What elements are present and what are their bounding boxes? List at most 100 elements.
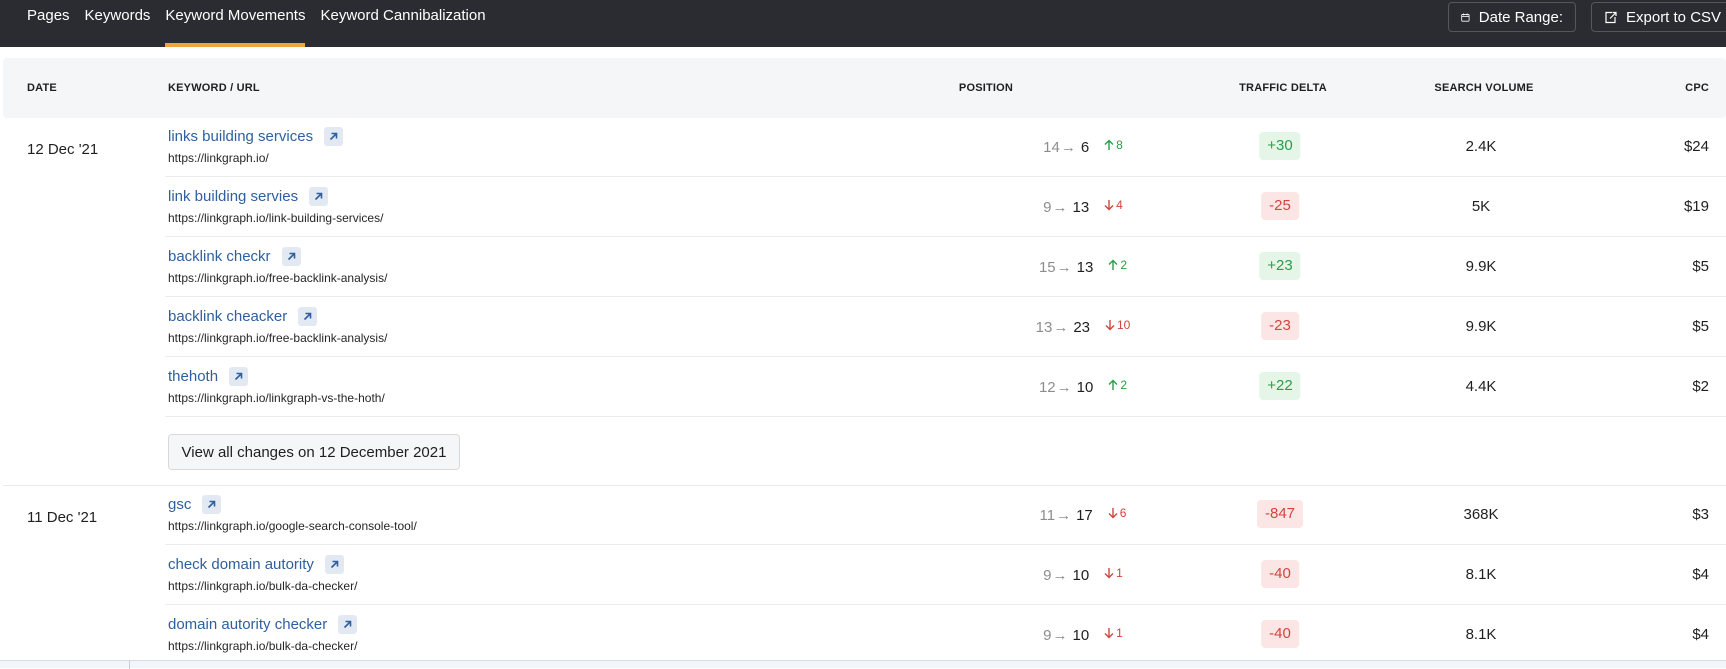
table-header: DATE KEYWORD / URL POSITION TRAFFIC DELT… bbox=[3, 58, 1726, 118]
arrow-up-icon bbox=[1108, 259, 1118, 270]
column-header-date[interactable]: DATE bbox=[27, 58, 57, 118]
column-header-keyword-url[interactable]: KEYWORD / URL bbox=[168, 58, 260, 118]
external-link-icon[interactable] bbox=[324, 127, 344, 146]
group-date: 11 Dec '21 bbox=[27, 509, 98, 526]
position-change: 1 bbox=[1103, 566, 1123, 580]
traffic-delta-badge: +22 bbox=[1259, 372, 1301, 400]
keyword-link[interactable]: backlink cheacker bbox=[168, 308, 287, 325]
position-from: 12 bbox=[1038, 378, 1056, 396]
position-cell: 12 → 10 2 bbox=[943, 357, 1223, 417]
keyword-link[interactable]: links building services bbox=[168, 128, 313, 145]
keyword-cell: thehoth bbox=[168, 367, 249, 386]
external-link-icon[interactable] bbox=[229, 367, 249, 386]
keyword-link[interactable]: domain autority checker bbox=[168, 616, 327, 633]
external-link-icon[interactable] bbox=[202, 495, 222, 514]
keyword-cell: backlink checkr bbox=[168, 247, 301, 266]
position-to: 10 bbox=[1076, 378, 1094, 396]
url-text: https://linkgraph.io/bulk-da-checker/ bbox=[168, 639, 358, 653]
external-link-icon[interactable] bbox=[298, 307, 318, 326]
search-volume-value: 9.9K bbox=[1465, 258, 1497, 275]
calendar-icon bbox=[1461, 12, 1470, 22]
search-volume-value: 4.4K bbox=[1465, 378, 1497, 395]
position-change: 8 bbox=[1103, 138, 1123, 152]
keyword-link[interactable]: link building servies bbox=[168, 188, 298, 205]
url-text: https://linkgraph.io/ bbox=[168, 151, 269, 165]
keyword-cell: gsc bbox=[168, 495, 222, 514]
url-text: https://linkgraph.io/linkgraph-vs-the-ho… bbox=[168, 391, 385, 405]
tab-pages[interactable]: Pages bbox=[27, 0, 70, 47]
position-from: 9 bbox=[1043, 566, 1052, 584]
date-range-label: Date Range: bbox=[1478, 8, 1563, 26]
tab-keyword-cannibalization[interactable]: Keyword Cannibalization bbox=[320, 0, 485, 47]
position-to: 13 bbox=[1072, 198, 1090, 216]
external-link-icon[interactable] bbox=[324, 555, 344, 574]
search-volume-value: 368K bbox=[1463, 506, 1499, 523]
position-change-value: 4 bbox=[1116, 198, 1123, 212]
traffic-delta-badge: +23 bbox=[1259, 252, 1301, 280]
arrow-down-icon bbox=[1105, 320, 1115, 331]
keyword-cell: check domain autority bbox=[168, 555, 344, 574]
arrow-right-icon: → bbox=[1056, 378, 1072, 396]
position-change-value: 1 bbox=[1116, 626, 1123, 640]
position-change-value: 1 bbox=[1116, 566, 1123, 580]
column-header-cpc[interactable]: CPC bbox=[1685, 58, 1709, 118]
keyword-cell: links building services bbox=[168, 127, 344, 146]
cpc-value: $5 bbox=[1692, 258, 1709, 275]
traffic-delta-badge: -23 bbox=[1261, 312, 1299, 340]
top-nav-bar: Pages Keywords Keyword Movements Keyword… bbox=[0, 0, 1726, 47]
position-cell: 9 → 13 4 bbox=[943, 177, 1223, 237]
position-change: 2 bbox=[1107, 378, 1127, 392]
position-change: 10 bbox=[1104, 318, 1130, 332]
arrow-down-icon bbox=[1108, 508, 1118, 519]
keyword-link[interactable]: gsc bbox=[168, 496, 191, 513]
position-change: 1 bbox=[1103, 626, 1123, 640]
traffic-delta-badge: -847 bbox=[1256, 500, 1304, 528]
horizontal-scrollbar[interactable] bbox=[0, 660, 1726, 669]
position-cell: 11 → 17 6 bbox=[943, 485, 1223, 545]
date-range-button[interactable]: Date Range: bbox=[1448, 2, 1576, 32]
position-change: 6 bbox=[1107, 506, 1126, 520]
table-row: thehoth https://linkgraph.io/linkgraph-vs… bbox=[165, 357, 1726, 417]
table-row: domain autority checker https://linkgraph… bbox=[165, 605, 1726, 665]
search-volume-value: 8.1K bbox=[1465, 626, 1497, 643]
export-csv-button[interactable]: Export to CSV bbox=[1591, 2, 1726, 32]
external-link-icon[interactable] bbox=[338, 615, 358, 634]
table-row: check domain autority https://linkgraph.i… bbox=[165, 545, 1726, 605]
cpc-value: $2 bbox=[1692, 378, 1709, 395]
keyword-cell: domain autority checker bbox=[168, 615, 358, 634]
position-from: 14 bbox=[1043, 138, 1060, 156]
position-from: 13 bbox=[1035, 318, 1053, 336]
position-to: 6 bbox=[1080, 138, 1090, 156]
url-text: https://linkgraph.io/google-search-conso… bbox=[168, 519, 417, 533]
arrow-up-icon bbox=[1104, 139, 1114, 150]
table-row: link building servies https://linkgraph.i… bbox=[165, 177, 1726, 237]
arrow-down-icon bbox=[1104, 200, 1114, 211]
arrow-right-icon: → bbox=[1052, 198, 1068, 216]
search-volume-value: 2.4K bbox=[1465, 138, 1497, 155]
position-to: 17 bbox=[1076, 506, 1093, 524]
position-from: 9 bbox=[1043, 198, 1052, 216]
position-change-value: 2 bbox=[1120, 258, 1128, 272]
search-volume-value: 8.1K bbox=[1465, 566, 1497, 583]
keyword-link[interactable]: backlink checkr bbox=[168, 248, 271, 265]
view-all-changes-button[interactable]: View all changes on 12 December 2021 bbox=[168, 434, 460, 470]
tab-keyword-movements[interactable]: Keyword Movements bbox=[165, 0, 306, 47]
keyword-link[interactable]: thehoth bbox=[168, 368, 218, 385]
position-from: 11 bbox=[1039, 506, 1056, 524]
position-change-value: 10 bbox=[1117, 318, 1131, 332]
arrow-right-icon: → bbox=[1053, 318, 1069, 336]
position-change: 4 bbox=[1103, 198, 1123, 212]
cpc-value: $4 bbox=[1692, 566, 1709, 583]
cpc-value: $5 bbox=[1692, 318, 1709, 335]
arrow-right-icon: → bbox=[1056, 506, 1072, 524]
tab-keywords[interactable]: Keywords bbox=[85, 0, 151, 47]
position-to: 23 bbox=[1073, 318, 1090, 336]
column-header-search-volume[interactable]: SEARCH VOLUME bbox=[1434, 58, 1533, 118]
external-link-icon[interactable] bbox=[309, 187, 329, 206]
cpc-value: $3 bbox=[1692, 506, 1709, 523]
arrow-right-icon: → bbox=[1052, 626, 1068, 644]
external-link-icon[interactable] bbox=[281, 247, 301, 266]
keyword-link[interactable]: check domain autority bbox=[168, 556, 314, 573]
column-header-traffic-delta[interactable]: TRAFFIC DELTA bbox=[1239, 58, 1327, 118]
column-header-position[interactable]: POSITION bbox=[959, 58, 1013, 118]
